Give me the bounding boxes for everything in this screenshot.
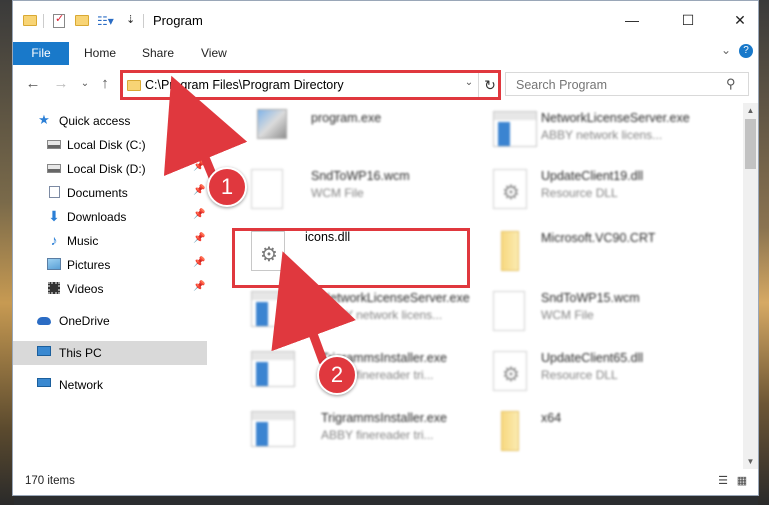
arrow-1 [163, 75, 248, 182]
step-2-callout: 2 [317, 355, 357, 395]
explorer-window: ✓ ☷▾ ⇣ Program — ☐ ✕ File Home Share Vie… [12, 0, 759, 496]
desktop-background-right [758, 0, 769, 505]
arrow-2 [271, 251, 356, 366]
arrow-annotations [163, 75, 356, 366]
step-1-callout: 1 [207, 167, 247, 207]
